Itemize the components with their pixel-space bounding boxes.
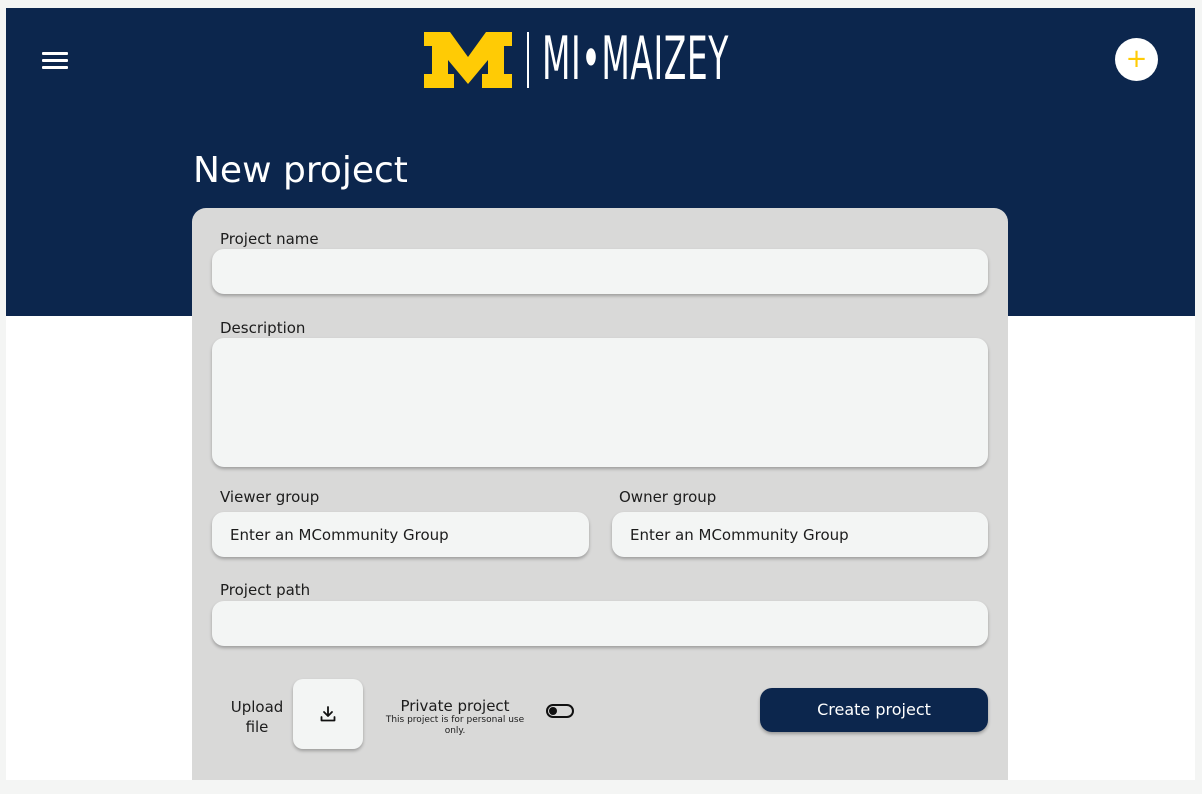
- private-project-label: Private project: [400, 697, 510, 715]
- viewer-group-label: Viewer group: [220, 488, 320, 506]
- page-title: New project: [193, 150, 408, 191]
- plus-icon: +: [1125, 44, 1148, 74]
- download-arrow-icon: [320, 706, 336, 722]
- block-m-logo-icon: [424, 32, 512, 88]
- project-name-label: Project name: [220, 230, 319, 248]
- upload-file-button[interactable]: [293, 679, 363, 749]
- project-name-input[interactable]: [212, 249, 988, 294]
- owner-group-input[interactable]: [612, 512, 988, 557]
- owner-group-label: Owner group: [619, 488, 717, 506]
- logo-divider: [527, 32, 529, 88]
- upload-file-label: Upload file: [230, 698, 284, 736]
- maizey-logo: MI•MAIZEY: [424, 24, 764, 94]
- private-project-toggle[interactable]: [546, 704, 574, 718]
- toggle-knob: [549, 707, 557, 715]
- private-project-description: This project is for personal use only.: [385, 715, 525, 736]
- viewer-group-input[interactable]: [212, 512, 589, 557]
- project-path-input[interactable]: [212, 601, 988, 646]
- brand-name: MI•MAIZEY: [542, 24, 730, 94]
- add-project-button[interactable]: +: [1115, 38, 1158, 81]
- app-frame: MI•MAIZEY + New project Project name Des…: [6, 8, 1195, 780]
- new-project-form: Project name Description Viewer group Ow…: [192, 208, 1008, 780]
- description-label: Description: [220, 319, 306, 337]
- hamburger-menu-icon[interactable]: [42, 50, 68, 70]
- description-textarea[interactable]: [212, 338, 988, 467]
- project-path-label: Project path: [220, 581, 311, 599]
- create-project-button[interactable]: Create project: [760, 688, 988, 732]
